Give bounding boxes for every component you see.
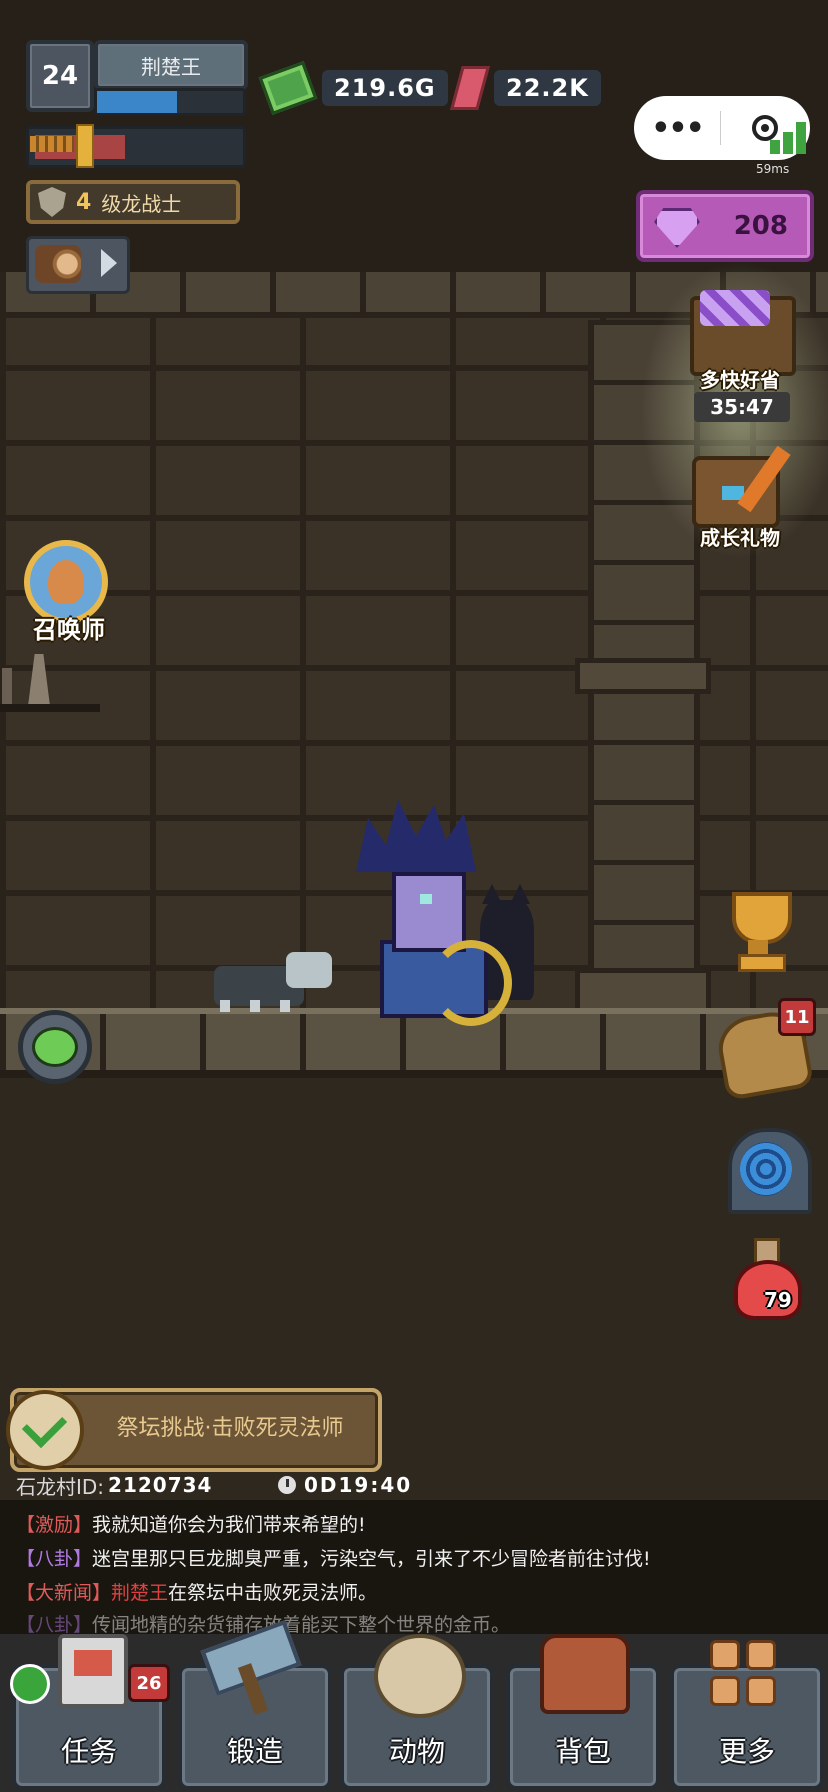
signal-icon — [770, 120, 806, 154]
summoner-avatar-icon — [48, 560, 84, 604]
more-menu-button[interactable]: ••• — [634, 111, 720, 146]
chat-text: 传闻地精的杂货铺存放着能买下整个世界的金币。 — [92, 1614, 511, 1636]
trophy-icon[interactable] — [732, 892, 792, 944]
gem-plus-icon — [654, 208, 700, 248]
gold-currency[interactable]: 219.6G — [258, 60, 448, 116]
hero-eye — [420, 894, 432, 904]
hp-bar-fill — [97, 91, 178, 113]
gem-count: 208 — [733, 211, 788, 241]
village-id-value: 2120734 — [108, 1473, 213, 1497]
chat-text: 在祭坛中击败死灵法师。 — [168, 1582, 378, 1604]
cat-ear-icon — [482, 884, 502, 904]
wolf-pet-legs — [220, 1000, 300, 1012]
rank-panel[interactable]: 4 级龙战士 — [26, 180, 240, 224]
arrow-right-icon — [101, 249, 117, 277]
scroll-count-badge: 11 — [778, 998, 816, 1036]
ruby-amount: 22.2K — [494, 70, 601, 106]
hero-face — [392, 872, 466, 952]
nav-animal-label: 动物 — [388, 1735, 445, 1768]
hp-bar — [94, 88, 246, 116]
floor-ledge — [0, 1008, 828, 1078]
wood-log-icon — [35, 245, 81, 283]
gem-shop-button[interactable]: 208 — [636, 190, 814, 262]
growth-gift-label[interactable]: 成长礼物 — [700, 522, 780, 551]
latency-text: 59ms — [756, 162, 790, 176]
chat-button[interactable] — [18, 1010, 92, 1084]
summoner-label[interactable]: 召唤师 — [24, 610, 114, 645]
shield-icon — [38, 187, 66, 217]
hero-crossbow-icon — [430, 940, 512, 1026]
task-board-icon — [58, 1634, 128, 1708]
wall-shelf — [0, 704, 100, 712]
nav-bag-label: 背包 — [554, 1735, 611, 1768]
cat-ear-icon — [510, 884, 530, 904]
candle-icon — [2, 668, 12, 704]
gold-amount: 219.6G — [322, 70, 448, 106]
xp-stack-icon — [30, 136, 74, 152]
ruby-currency[interactable]: 22.2K — [450, 66, 601, 110]
pillar-cap — [575, 658, 711, 694]
quest-text: 祭坛挑战·击败死灵法师 — [116, 1416, 344, 1441]
player-level-badge[interactable]: 24 — [26, 40, 94, 112]
task-count-badge: 26 — [128, 1664, 170, 1702]
ruby-icon — [450, 66, 490, 110]
chat-line: 【大新闻】荆楚王在祭坛中击败死灵法师。 — [16, 1578, 377, 1605]
rank-level: 4 — [76, 189, 92, 215]
potion-count: 79 — [764, 1288, 792, 1312]
egg-icon — [374, 1634, 466, 1718]
grid-icon — [710, 1640, 776, 1706]
speech-bubble-icon — [32, 1027, 78, 1067]
village-id-label: 石龙村ID: — [16, 1474, 105, 1499]
wolf-pet-head — [286, 952, 332, 988]
portal-swirl-icon — [740, 1142, 792, 1196]
nav-forge-label: 锻造 — [226, 1735, 283, 1768]
chat-player-name: 荆楚王 — [111, 1582, 169, 1604]
chat-text: 我就知道你会为我们带来希望的! — [92, 1514, 366, 1536]
chat-line: 【八卦】迷宫里那只巨龙脚臭严重，污染空气，引来了不少冒险者前往讨伐! — [16, 1544, 651, 1571]
chat-tag: 【大新闻】 — [16, 1582, 112, 1604]
chat-tag: 【激励】 — [16, 1514, 93, 1536]
deal-event-label[interactable]: 多快好省 — [700, 364, 780, 393]
chat-log[interactable]: 【激励】我就知道你会为我们带来希望的! 【八卦】迷宫里那只巨龙脚臭严重，污染空气… — [0, 1500, 828, 1636]
xp-marker-icon — [76, 124, 94, 168]
cash-icon — [258, 60, 318, 116]
player-name[interactable]: 荆楚王 — [94, 40, 248, 90]
resource-expand-button[interactable] — [26, 236, 130, 294]
nav-task-label: 任务 — [60, 1735, 117, 1768]
nav-more-label: 更多 — [718, 1735, 775, 1768]
village-id-row: 石龙村ID: 2120734 — [16, 1470, 212, 1500]
chat-text: 迷宫里那只巨龙脚臭严重，污染空气，引来了不少冒险者前往讨伐! — [92, 1548, 651, 1570]
play-timer: 0D19:40 — [304, 1473, 413, 1497]
deal-timer: 35:47 — [694, 392, 790, 422]
clock-icon — [278, 1476, 296, 1494]
backpack-icon — [540, 1634, 630, 1714]
chat-line: 【激励】我就知道你会为我们带来希望的! — [16, 1510, 366, 1537]
rank-title: 级龙战士 — [101, 191, 182, 216]
check-circle-icon — [10, 1664, 50, 1704]
chat-tag: 【八卦】 — [16, 1614, 93, 1636]
trophy-base — [738, 954, 786, 972]
gem-pile-icon — [700, 290, 770, 326]
chat-tag: 【八卦】 — [16, 1548, 93, 1570]
